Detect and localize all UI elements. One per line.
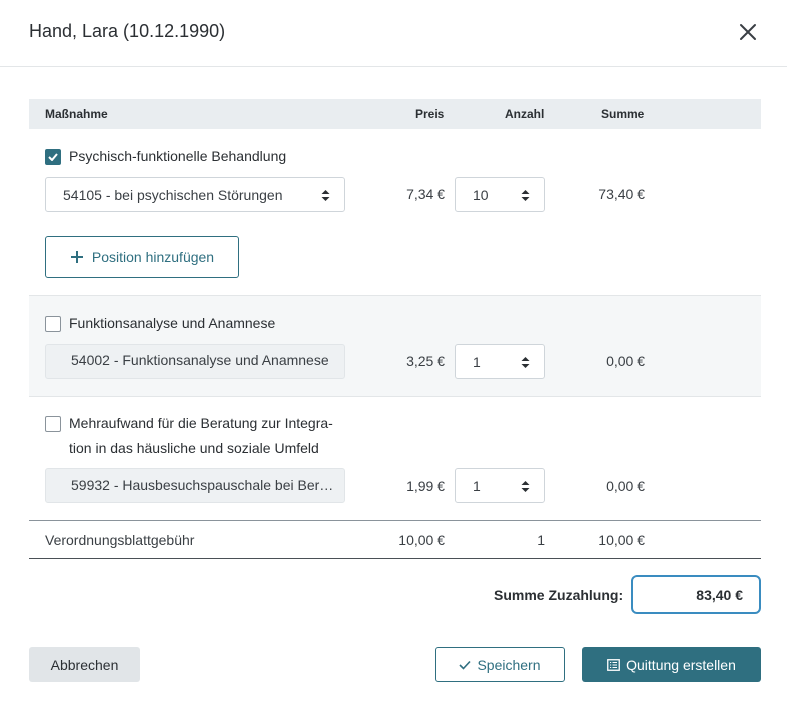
price-value: 7,34 € <box>406 186 445 202</box>
dialog-title: Hand, Lara (10.12.1990) <box>29 21 226 41</box>
price-value: 1,99 € <box>406 478 445 494</box>
measure-label-line: Mehraufwand für die Beratung zur Integra… <box>69 415 333 431</box>
save-button[interactable]: Speichern <box>435 647 565 682</box>
checkbox[interactable] <box>45 316 61 332</box>
receipt-label: Quittung erstellen <box>626 656 736 673</box>
sort-arrows-icon <box>521 190 530 201</box>
sort-arrows-icon <box>321 190 330 201</box>
measure-checkbox-row[interactable]: Mehraufwand für die Beratung zur Integra… <box>45 414 333 461</box>
count-value: 10 <box>473 187 489 203</box>
fee-count: 1 <box>537 532 545 548</box>
count-select[interactable]: 1 <box>455 344 545 379</box>
measure-label-line: tion in das häusliche und soziale Umfeld <box>69 440 319 456</box>
table-header: Maßnahme Preis Anzahl Summe <box>29 99 761 129</box>
sum-value: 0,00 € <box>606 353 645 369</box>
receipt-icon <box>607 658 621 671</box>
plus-icon <box>70 251 83 263</box>
price-value: 3,25 € <box>406 353 445 369</box>
measure-label: Mehraufwand für die Beratung zur Integra… <box>69 411 333 461</box>
add-position-label: Position hinzufügen <box>91 249 215 265</box>
save-label: Speichern <box>477 656 541 673</box>
count-value: 1 <box>473 478 481 494</box>
position-value: 54002 - Funktionsanalyse und Anamnese <box>71 352 329 368</box>
header-measure: Maßnahme <box>45 107 108 121</box>
position-value: 54105 - bei psychischen Störungen <box>63 187 283 203</box>
sort-arrows-icon <box>521 481 530 492</box>
add-position-button[interactable]: Position hinzufügen <box>45 236 239 278</box>
fee-row: Verordnungsblattgebühr 10,00 € 1 10,00 € <box>29 520 761 559</box>
fee-label: Verordnungsblattgebühr <box>45 532 195 548</box>
create-receipt-button[interactable]: Quittung erstellen <box>582 647 761 682</box>
position-select[interactable]: 54105 - bei psychischen Störungen <box>45 177 345 212</box>
measure-section: Funktionsanalyse und Anamnese 54002 - Fu… <box>29 295 761 396</box>
count-select[interactable]: 1 <box>455 468 545 503</box>
total-label: Summe Zuzahlung: <box>494 587 624 603</box>
count-value: 1 <box>473 354 481 370</box>
measure-checkbox-row[interactable]: Psychisch-funktionelle Behandlung <box>45 147 286 169</box>
header-sum: Summe <box>601 107 645 121</box>
position-value: 59932 - Hausbesuchspauschale bei Berat… <box>71 477 341 493</box>
cancel-label: Abbrechen <box>50 656 119 673</box>
measure-label: Funktionsanalyse und Anamnese <box>69 315 276 331</box>
measure-label: Psychisch-funktionelle Behandlung <box>69 148 287 164</box>
total-field[interactable]: 83,40 € <box>631 575 761 614</box>
fee-sum: 10,00 € <box>598 532 645 548</box>
position-select: 54002 - Funktionsanalyse und Anamnese <box>45 344 345 379</box>
fee-price: 10,00 € <box>398 532 445 548</box>
sort-arrows-icon <box>521 357 530 368</box>
check-icon <box>48 153 58 161</box>
sum-value: 73,40 € <box>598 186 645 202</box>
measure-checkbox-row[interactable]: Funktionsanalyse und Anamnese <box>45 314 275 336</box>
header-price: Preis <box>415 107 445 121</box>
header-count: Anzahl <box>505 107 545 121</box>
check-icon <box>459 660 472 670</box>
count-select[interactable]: 10 <box>455 177 545 212</box>
position-select: 59932 - Hausbesuchspauschale bei Berat… <box>45 468 345 503</box>
close-icon[interactable] <box>738 22 758 42</box>
sum-value: 0,00 € <box>606 478 645 494</box>
checkbox[interactable] <box>45 149 61 165</box>
dialog-header: Hand, Lara (10.12.1990) <box>0 0 787 67</box>
total-value: 83,40 € <box>696 587 743 603</box>
measure-section: Mehraufwand für die Beratung zur Integra… <box>29 396 761 520</box>
checkbox[interactable] <box>45 416 61 432</box>
cancel-button[interactable]: Abbrechen <box>29 647 140 682</box>
measure-section: Psychisch-funktionelle Behandlung 54105 … <box>29 129 761 295</box>
